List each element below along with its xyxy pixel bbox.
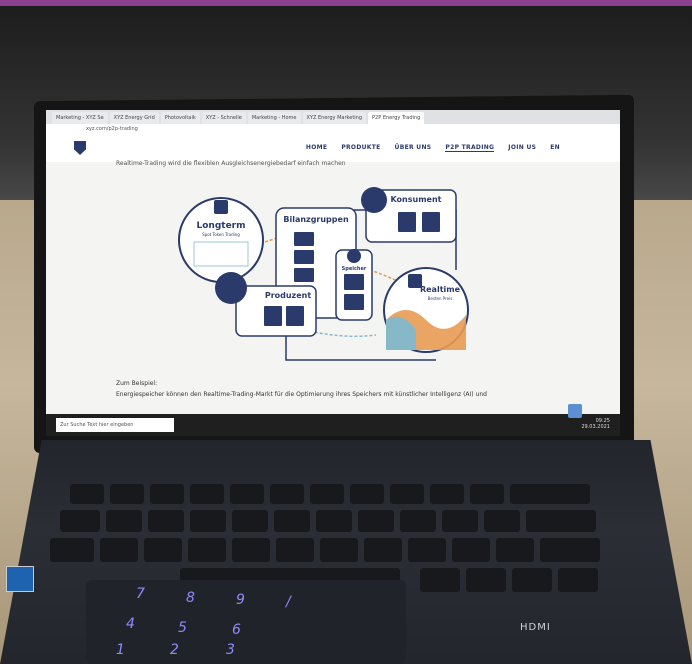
key[interactable] [442,510,478,532]
nav-p2p-trading[interactable]: P2P TRADING [445,144,495,152]
key[interactable] [230,484,264,504]
browser-tab[interactable]: Marketing - Home [247,112,301,124]
nav-produkte[interactable]: PRODUKTE [341,144,380,152]
nav-join-us[interactable]: JOIN US [508,144,536,152]
key[interactable] [190,510,226,532]
clock-date: 29.03.2021 [581,424,610,430]
energy-trading-diagram: Longterm Spot Token Trading Bilanzgruppe… [178,187,469,361]
body-content: Zum Beispiel: Energiespeicher können den… [116,378,596,400]
key[interactable] [60,510,100,532]
example-text: Energiespeicher können den Realtime-Trad… [116,391,487,398]
key[interactable] [470,484,504,504]
numberpad-touchpad[interactable]: 7 8 9 / 4 5 6 1 2 3 [86,580,406,664]
bilanzgruppen-title: Bilanzgruppen [283,215,349,224]
browser-tab-strip: Marketing - XYZ Se XYZ Energy Grid Photo… [46,110,620,124]
nav-language[interactable]: EN [550,144,560,152]
key[interactable] [364,538,402,562]
taskbar-search-input[interactable]: Zur Suche Text hier eingeben [56,418,174,432]
battery-icon [347,249,361,263]
speicher-node: Speicher [335,249,373,321]
browser-tab[interactable]: XYZ Energy Marketing [302,112,367,124]
key[interactable] [110,484,144,504]
url-text: xyz.com/p2p-trading [86,126,138,132]
key[interactable] [276,538,314,562]
speicher-title: Speicher [342,266,367,272]
key[interactable] [526,510,596,532]
produzent-title: Produzent [265,291,312,300]
nav-home[interactable]: HOME [306,144,327,152]
key[interactable] [232,538,270,562]
realtime-title: Realtime [420,285,461,294]
nav-ueber-uns[interactable]: ÜBER UNS [395,144,432,152]
browser-tab[interactable]: XYZ Energy Grid [109,112,159,124]
key[interactable] [350,484,384,504]
key[interactable] [310,484,344,504]
key[interactable] [496,538,534,562]
key[interactable] [540,538,600,562]
key[interactable] [390,484,424,504]
scroll-to-top-button[interactable] [568,404,582,418]
key[interactable] [188,538,226,562]
site-navigation: HOME PRODUKTE ÜBER UNS P2P TRADING JOIN … [46,136,620,162]
key[interactable] [510,484,590,504]
key[interactable] [420,568,460,592]
key[interactable] [148,510,184,532]
shield-icon [214,200,228,214]
key[interactable] [358,510,394,532]
browser-tab[interactable]: Marketing - XYZ Se [52,112,108,124]
example-heading: Zum Beispiel: [116,380,158,387]
intro-text: Realtime-Trading wird die flexiblen Ausg… [116,160,346,167]
key[interactable] [100,538,138,562]
browser-tab[interactable]: Photovoltaik [160,112,200,124]
hdmi-label: HDMI [520,622,551,633]
longterm-node: Longterm Spot Token Trading [178,197,264,283]
konsument-title: Konsument [391,195,442,204]
wind-turbine-icon [215,272,247,304]
key[interactable] [70,484,104,504]
key[interactable] [50,538,94,562]
key[interactable] [320,538,358,562]
key[interactable] [558,568,598,592]
factory-icon [361,187,387,213]
key[interactable] [106,510,142,532]
konsument-node: Konsument [361,187,457,243]
key[interactable] [270,484,304,504]
key[interactable] [232,510,268,532]
key[interactable] [408,538,446,562]
longterm-subtitle: Spot Token Trading [202,232,240,237]
windows-taskbar: Zur Suche Text hier eingeben 09:25 29.03… [46,414,620,436]
key[interactable] [512,568,552,592]
key[interactable] [452,538,490,562]
key[interactable] [274,510,310,532]
laptop-screen: Marketing - XYZ Se XYZ Energy Grid Photo… [46,110,620,436]
longterm-title: Longterm [197,221,246,231]
key[interactable] [466,568,506,592]
browser-tab-active[interactable]: P2P Energy Trading [368,112,425,124]
key[interactable] [144,538,182,562]
key[interactable] [484,510,520,532]
intel-sticker [6,566,34,592]
keyboard [30,444,650,594]
taskbar-clock[interactable]: 09:25 29.03.2021 [581,418,610,430]
key[interactable] [150,484,184,504]
key[interactable] [316,510,352,532]
realtime-subtitle: Besten Preis [428,296,453,301]
browser-tab[interactable]: XYZ - Schnelle [201,112,246,124]
key[interactable] [400,510,436,532]
shield-logo-icon[interactable] [74,141,86,155]
realtime-node: Realtime Besten Preis [383,267,469,353]
key[interactable] [190,484,224,504]
key[interactable] [430,484,464,504]
